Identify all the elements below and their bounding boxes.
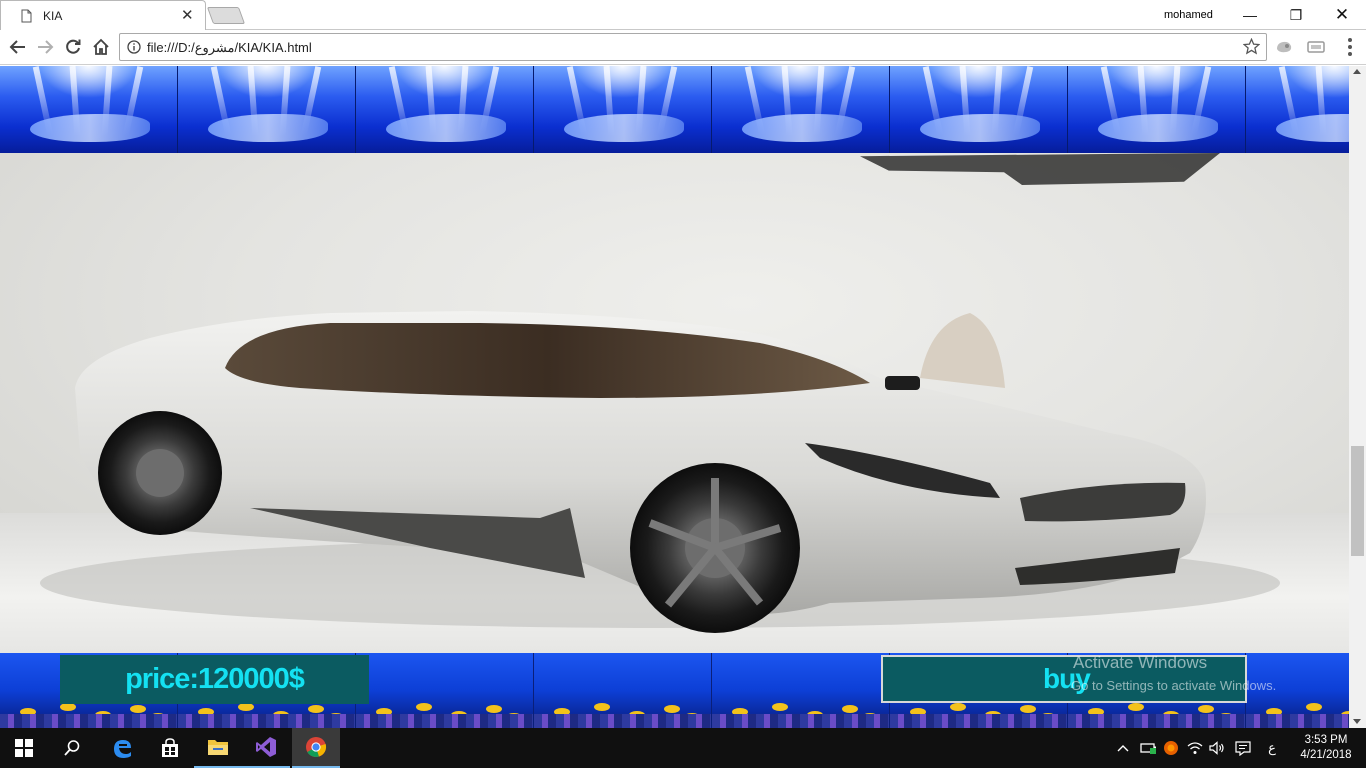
url-text[interactable]: file:///D:/مشروع/KIA/KIA.html — [147, 40, 312, 56]
clock-time: 3:53 PM — [1304, 734, 1348, 746]
language-indicator[interactable]: ع — [1262, 728, 1282, 768]
close-window-button[interactable]: ✕ — [1319, 0, 1365, 30]
store-taskbar-button[interactable] — [146, 728, 194, 768]
arrow-left-icon — [9, 40, 25, 54]
search-button[interactable] — [48, 728, 96, 768]
folder-icon — [208, 740, 228, 755]
reload-icon — [66, 39, 81, 54]
edge-taskbar-button[interactable] — [98, 728, 146, 768]
banner-tile-whale — [1068, 66, 1246, 153]
reload-button[interactable] — [61, 35, 85, 59]
tab-close-icon[interactable]: ✕ — [181, 6, 194, 24]
tab-kia[interactable]: KIA ✕ — [0, 0, 206, 30]
visual-studio-icon — [256, 737, 276, 757]
profile-name[interactable]: mohamed — [1164, 9, 1213, 21]
watermark-subtitle: Go to Settings to activate Windows. — [1071, 678, 1277, 693]
edge-icon — [114, 740, 131, 758]
banner-tile-fish — [712, 653, 890, 728]
info-icon[interactable] — [127, 40, 141, 54]
wifi-icon[interactable] — [1184, 728, 1206, 768]
tray-chevron-icon[interactable] — [1112, 728, 1134, 768]
page-icon — [21, 9, 32, 23]
banner-tile-whale — [0, 66, 178, 153]
activate-windows-watermark: Activate Windows Go to Settings to activ… — [1071, 653, 1277, 693]
browser-toolbar: file:///D:/مشروع/KIA/KIA.html — [0, 30, 1366, 65]
banner-tile-whale — [890, 66, 1068, 153]
battery-icon[interactable] — [1138, 728, 1160, 768]
file-explorer-taskbar-button[interactable] — [194, 728, 242, 768]
banner-tile-fish — [356, 653, 534, 728]
price-box: price:120000$ — [60, 655, 369, 704]
tab-title: KIA — [43, 9, 63, 23]
banner-tile-whale — [178, 66, 356, 153]
chrome-taskbar-button[interactable] — [292, 728, 340, 768]
windows-taskbar: ع 3:53 PM 4/21/2018 — [0, 728, 1366, 768]
star-icon[interactable] — [1243, 38, 1260, 55]
banner-tile-whale — [534, 66, 712, 153]
extension-icon[interactable] — [1274, 38, 1294, 56]
car-hero-image — [0, 153, 1349, 653]
chrome-icon — [306, 737, 327, 757]
back-button[interactable] — [6, 35, 30, 59]
notifications-icon[interactable] — [1232, 728, 1254, 768]
top-banner — [0, 66, 1349, 153]
scroll-up-arrow-icon[interactable] — [1353, 69, 1361, 74]
address-bar[interactable]: file:///D:/مشروع/KIA/KIA.html — [119, 33, 1267, 61]
clock-date: 4/21/2018 — [1300, 749, 1352, 761]
banner-tile-whale — [1246, 66, 1349, 153]
arrow-right-icon — [38, 40, 54, 54]
vertical-scrollbar[interactable] — [1349, 66, 1366, 728]
browser-tab-strip: KIA ✕ mohamed — ❐ ✕ — [0, 0, 1366, 30]
scroll-down-arrow-icon[interactable] — [1353, 719, 1361, 724]
visual-studio-taskbar-button[interactable] — [242, 728, 290, 768]
new-tab-button[interactable] — [206, 7, 246, 24]
clock[interactable]: 3:53 PM 4/21/2018 — [1290, 728, 1362, 768]
windows-logo-icon — [15, 739, 33, 757]
start-button[interactable] — [0, 728, 48, 768]
store-icon — [162, 738, 178, 757]
minimize-button[interactable]: — — [1227, 0, 1273, 30]
banner-tile-whale — [356, 66, 534, 153]
page-content: price:120000$ buy Activate Windows Go to… — [0, 66, 1349, 728]
browser-menu-icon[interactable] — [1340, 36, 1360, 58]
price-label: price:120000$ — [125, 663, 305, 695]
banner-tile-whale — [712, 66, 890, 153]
forward-button[interactable] — [33, 35, 57, 59]
firefox-tray-icon[interactable] — [1160, 728, 1182, 768]
home-button[interactable] — [89, 35, 113, 59]
search-icon — [64, 740, 80, 756]
banner-tile-fish — [534, 653, 712, 728]
watermark-title: Activate Windows — [1073, 653, 1208, 672]
volume-icon[interactable] — [1206, 728, 1228, 768]
car-image — [40, 311, 1280, 633]
scroll-thumb[interactable] — [1351, 446, 1364, 556]
restore-button[interactable]: ❐ — [1273, 0, 1319, 30]
home-icon — [93, 38, 109, 55]
extension-icon[interactable] — [1306, 38, 1326, 56]
